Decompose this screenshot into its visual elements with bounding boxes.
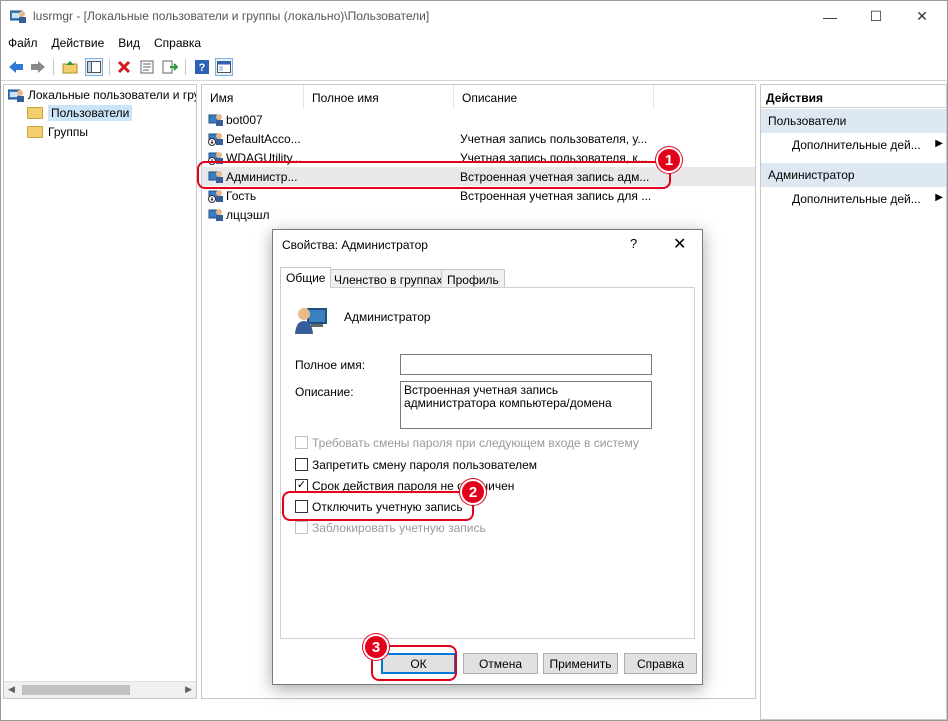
actions-title: Действия <box>761 85 946 108</box>
fullname-label: Полное имя: <box>295 358 366 372</box>
title-bar: lusrmgr - [Локальные пользователи и груп… <box>1 1 947 32</box>
tree-item-groups[interactable]: Группы <box>27 123 88 141</box>
toolbar: ? <box>1 55 947 81</box>
tree-item-users[interactable]: Пользователи <box>27 104 133 122</box>
callout-badge-2: 2 <box>460 479 486 505</box>
checkbox-box <box>295 458 308 471</box>
tab-profile[interactable]: Профиль <box>441 269 505 288</box>
toolbar-separator <box>109 59 110 75</box>
forward-icon[interactable] <box>29 58 47 76</box>
menu-view[interactable]: Вид <box>111 33 147 53</box>
fullname-field[interactable] <box>400 354 652 375</box>
checkbox-label: Запретить смену пароля пользователем <box>312 457 538 472</box>
dialog-help-button[interactable]: ? <box>630 236 637 251</box>
general-tab-panel: Администратор Полное имя: Описание: Встр… <box>280 287 695 639</box>
row-description: Встроенная учетная запись для ... <box>460 189 652 203</box>
checkbox-box <box>295 436 308 449</box>
toolbar-separator <box>185 59 186 75</box>
list-row[interactable]: DefaultAcco... Учетная запись пользовате… <box>202 129 755 148</box>
cancel-button[interactable]: Отмена <box>463 653 538 674</box>
must-change-password-checkbox[interactable]: Требовать смены пароля при следующем вхо… <box>295 434 639 451</box>
close-button[interactable]: ✕ <box>899 1 945 32</box>
tree-root-label: Локальные пользователи и гру <box>28 88 197 102</box>
actions-more-admin[interactable]: Дополнительные дей... ▶ <box>761 188 946 210</box>
help-button[interactable]: Справка <box>624 653 697 674</box>
callout-badge-3: 3 <box>363 634 389 660</box>
column-description[interactable]: Описание <box>454 85 654 109</box>
tab-membership[interactable]: Членство в группах <box>328 269 449 288</box>
minimize-button[interactable]: — <box>807 1 853 32</box>
disabled-user-icon <box>208 133 223 146</box>
properties-icon[interactable] <box>138 58 156 76</box>
user-avatar-icon <box>295 308 327 334</box>
actions-section-users[interactable]: Пользователи <box>761 109 946 133</box>
tree-item-label: Группы <box>48 125 88 139</box>
actions-more-users[interactable]: Дополнительные дей... ▶ <box>761 134 946 156</box>
tree-root[interactable]: Локальные пользователи и гру <box>8 86 197 104</box>
submenu-arrow-icon: ▶ <box>935 138 943 149</box>
show-hide-tree-icon[interactable] <box>85 58 103 76</box>
back-icon[interactable] <box>7 58 25 76</box>
folder-icon <box>27 107 43 119</box>
list-row[interactable]: лццэшл <box>202 205 755 224</box>
column-fullname[interactable]: Полное имя <box>304 85 454 109</box>
user-icon <box>208 114 223 126</box>
folder-icon <box>27 126 43 138</box>
submenu-arrow-icon: ▶ <box>935 192 943 203</box>
users-computer-icon <box>8 89 24 102</box>
row-description: Учетная запись пользователя, у... <box>460 132 648 146</box>
callout-badge-1: 1 <box>656 147 682 173</box>
scroll-left-icon[interactable]: ◀ <box>8 684 15 695</box>
maximize-button[interactable]: ☐ <box>853 1 899 32</box>
checkbox-label: Требовать смены пароля при следующем вхо… <box>312 435 639 450</box>
properties-dialog: Свойства: Администратор ? ✕ Общие Членст… <box>272 229 703 685</box>
actions-item-label: Дополнительные дей... <box>792 192 921 206</box>
export-icon[interactable] <box>161 58 179 76</box>
actions-section-admin[interactable]: Администратор <box>761 163 946 187</box>
actions-pane: Действия Пользователи Дополнительные дей… <box>760 84 947 720</box>
disabled-user-icon <box>208 190 223 203</box>
tree-item-label: Пользователи <box>48 105 133 121</box>
row-name: Гость <box>226 189 257 203</box>
window-title: lusrmgr - [Локальные пользователи и груп… <box>33 9 430 23</box>
checkbox-box <box>295 521 308 534</box>
dialog-username: Администратор <box>344 310 431 324</box>
scrollbar-thumb[interactable] <box>22 685 130 695</box>
list-header: Имя Полное имя Описание <box>202 85 755 109</box>
checkbox-label: Заблокировать учетную запись <box>312 520 486 535</box>
view-icon[interactable] <box>215 58 233 76</box>
menu-help[interactable]: Справка <box>147 33 208 53</box>
users-app-icon <box>10 10 26 23</box>
dialog-close-button[interactable]: ✕ <box>673 234 686 254</box>
delete-icon[interactable] <box>115 58 133 76</box>
account-locked-checkbox[interactable]: Заблокировать учетную запись <box>295 519 486 536</box>
column-name[interactable]: Имя <box>202 85 304 109</box>
callout-ring-1 <box>197 161 671 189</box>
help-icon[interactable]: ? <box>193 58 211 76</box>
menu-bar: Файл Действие Вид Справка <box>1 33 947 53</box>
row-name: DefaultAcco... <box>226 132 301 146</box>
user-icon <box>208 209 223 221</box>
description-label: Описание: <box>295 385 354 399</box>
cannot-change-password-checkbox[interactable]: Запретить смену пароля пользователем <box>295 456 537 473</box>
menu-file[interactable]: Файл <box>1 33 45 53</box>
svg-text:?: ? <box>199 62 206 74</box>
actions-item-label: Дополнительные дей... <box>792 138 921 152</box>
dialog-title: Свойства: Администратор <box>282 238 428 252</box>
apply-button[interactable]: Применить <box>543 653 618 674</box>
menu-action[interactable]: Действие <box>45 33 112 53</box>
list-row[interactable]: bot007 <box>202 110 755 129</box>
toolbar-separator <box>53 59 54 75</box>
horizontal-scrollbar[interactable]: ◀ ▶ <box>4 681 196 698</box>
up-folder-icon[interactable] <box>61 58 79 76</box>
row-name: bot007 <box>226 113 263 127</box>
callout-ring-2 <box>282 491 474 521</box>
description-field[interactable]: Встроенная учетная запись администратора… <box>400 381 652 429</box>
tab-general[interactable]: Общие <box>280 267 332 288</box>
navigation-tree: Локальные пользователи и гру Пользовател… <box>3 84 197 699</box>
scroll-right-icon[interactable]: ▶ <box>185 684 192 695</box>
row-name: лццэшл <box>226 208 270 222</box>
